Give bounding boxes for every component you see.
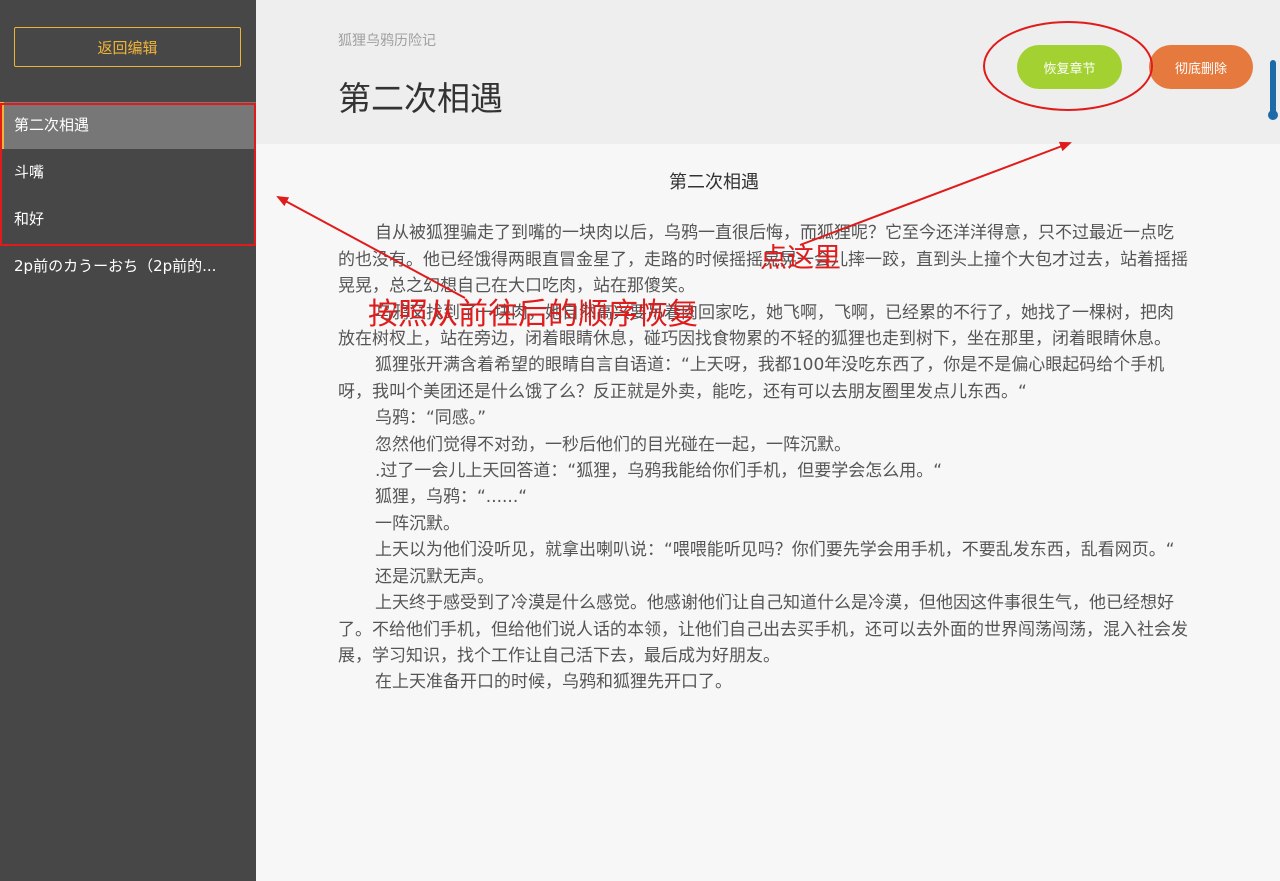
content-title: 第二次相遇 <box>669 172 759 193</box>
delete-permanently-button[interactable]: 彻底删除 <box>1149 45 1253 89</box>
chapter-header: 狐狸乌鸦历险记 第二次相遇 恢复章节 彻底删除 <box>256 0 1280 144</box>
content-paragraph: 自从被狐狸骗走了到嘴的一块肉以后，乌鸦一直很后悔，而狐狸呢？它至今还洋洋得意，只… <box>338 223 1188 297</box>
back-to-edit-button[interactable]: 返回编辑 <box>14 27 241 67</box>
content-paragraph: 狐狸，乌鸦：“......“ <box>375 487 528 508</box>
content-paragraph: .过了一会儿上天回答道：“狐狸，乌鸦我能给你们手机，但要学会怎么用。“ <box>375 461 943 482</box>
chapter-content: 第二次相遇 自从被狐狸骗走了到嘴的一块肉以后，乌鸦一直很后悔，而狐狸呢？它至今还… <box>338 170 1190 696</box>
book-title: 狐狸乌鸦历险记 <box>338 33 436 49</box>
content-paragraph: 狐狸张开满含着希望的眼睛自言自语道：“上天呀，我都100年没吃东西了，你是不是偏… <box>338 355 1165 402</box>
scrollbar-thumb[interactable] <box>1268 60 1278 120</box>
sidebar: 返回编辑 第二次相遇 斗嘴 和好 2p前のカうーおち（2p前的... <box>0 0 256 881</box>
chapter-item-4[interactable]: 2p前のカうーおち（2p前的... <box>0 243 256 290</box>
restore-chapter-button[interactable]: 恢复章节 <box>1017 45 1122 89</box>
content-paragraph: 还是沉默无声。 <box>375 566 494 587</box>
chapter-item-2[interactable]: 斗嘴 <box>0 149 256 196</box>
content-paragraph: 一阵沉默。 <box>375 513 460 534</box>
content-paragraph: 乌鸦：“同感。” <box>375 408 487 429</box>
chapter-title: 第二次相遇 <box>338 79 503 118</box>
chapter-item-1[interactable]: 第二次相遇 <box>0 102 256 149</box>
content-paragraph: 在上天准备开口的时候，乌鸦和狐狸先开口了。 <box>375 672 732 693</box>
chapter-list: 第二次相遇 斗嘴 和好 2p前のカうーおち（2p前的... <box>0 102 256 290</box>
content-paragraph: 上天终于感受到了冷漠是什么感觉。他感谢他们让自己知道什么是冷漠，但他因这件事很生… <box>338 593 1188 666</box>
content-paragraph: 乌鸦又找到了一块肉，她自然高兴要吊着肉回家吃，她飞啊，飞啊，已经累的不行了，她找… <box>338 302 1174 350</box>
chapter-item-3[interactable]: 和好 <box>0 196 256 243</box>
content-paragraph: 忽然他们觉得不对劲，一秒后他们的目光碰在一起，一阵沉默。 <box>375 434 851 455</box>
content-paragraph: 上天以为他们没听见，就拿出喇叭说：“喂喂能听见吗？你们要先学会用手机，不要乱发东… <box>375 540 1175 561</box>
